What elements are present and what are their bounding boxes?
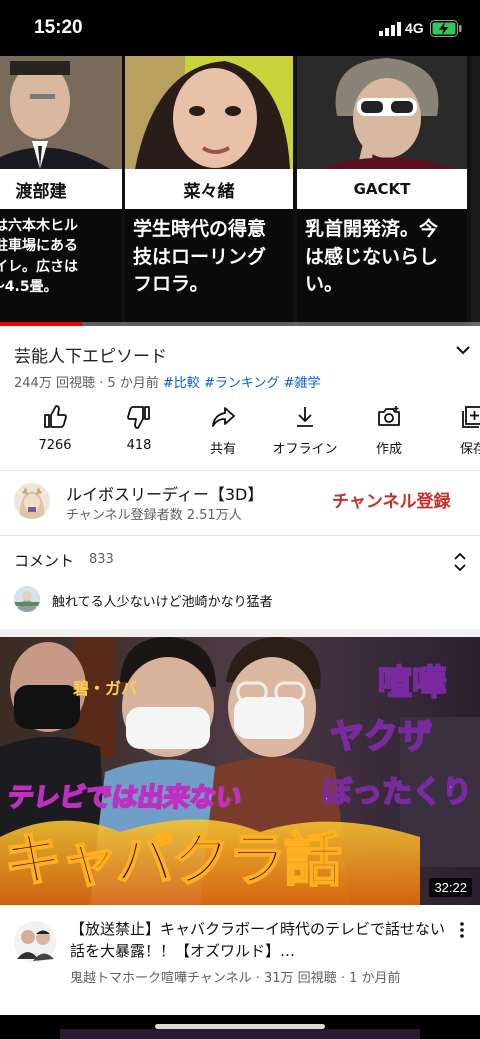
card-text: 乳首開発済。今 は感じないらし い。: [305, 218, 439, 296]
status-bar: 15:20 4G: [0, 0, 480, 56]
save-playlist-icon: [462, 406, 480, 428]
signal-icon: [379, 22, 401, 36]
ranking-card: 渡部建 場所は六本木ヒル 地下駐車場にある 的トイレ。広さは 2.4〜4.5畳。: [0, 56, 122, 326]
video-duration: 32:22: [429, 878, 472, 897]
battery-charging-icon: [430, 20, 462, 37]
top-comment: 触れてる人少ないけど池崎かなり猛者: [52, 595, 273, 610]
channel-avatar[interactable]: [14, 921, 56, 963]
offline-label: オフライン: [272, 442, 338, 457]
channel-row[interactable]: ルイボスリーディー【3D】 チャンネル登録者数 2.51万人 チャンネル登録: [0, 471, 480, 533]
like-button[interactable]: 7266: [12, 404, 98, 453]
offline-button[interactable]: オフライン: [262, 404, 348, 457]
comments-count: 833: [89, 552, 114, 567]
person-photo: [0, 56, 122, 169]
card-name: GACKT: [297, 169, 467, 209]
hashtag-link[interactable]: #ランキング: [204, 376, 280, 391]
card-name: 菜々緒: [125, 169, 293, 209]
next-video-meta: 鬼越トマホーク喧嘩チャンネル · 31万 回視聴 · 1 か月前: [70, 971, 401, 986]
card-text: 場所は六本木ヒル 地下駐車場にある 的トイレ。広さは 2.4〜4.5畳。: [0, 218, 78, 295]
thumbnail-text-yakuza: ヤクザ: [329, 716, 433, 758]
save-label: 保存: [459, 442, 480, 457]
thumbnail-text-big: キャバクラ話: [3, 825, 343, 895]
peek-thumbnail: [60, 1029, 420, 1039]
thumbnail-text-rip: ぼったくり: [321, 774, 473, 811]
channel-avatar[interactable]: [14, 483, 50, 519]
dislike-button[interactable]: 418: [96, 404, 182, 453]
commenter-avatar-image: [14, 586, 40, 612]
person-photo: [297, 56, 467, 169]
home-indicator[interactable]: [155, 1024, 325, 1029]
thumbs-down-icon: [127, 406, 150, 429]
thumbnail-text-line1: テレビでは出来ない: [5, 782, 245, 814]
thumbnail-text-fight: 喧嘩: [377, 662, 447, 704]
commenter-avatar: [14, 586, 40, 612]
ranking-card: 菜々緒 学生時代の得意 技はローリング フロラ。: [125, 56, 293, 326]
hashtag-link[interactable]: #雑学: [284, 376, 321, 391]
video-title[interactable]: 芸能人下エピソード: [14, 342, 167, 367]
ranking-card: GACKT 乳首開発済。今 は感じないらし い。: [297, 56, 467, 326]
channel-avatar-image: [14, 483, 50, 519]
status-time: 15:20: [34, 17, 83, 38]
expand-collapse-icon[interactable]: [452, 552, 468, 572]
more-vert-icon[interactable]: [458, 921, 466, 939]
chevron-down-icon[interactable]: [454, 343, 472, 357]
share-button[interactable]: 共有: [180, 404, 266, 457]
action-bar: 7266 418 共有 オフライン 作成 保存: [0, 404, 480, 470]
ranking-card-partial: [471, 56, 480, 326]
network-label: 4G: [405, 20, 424, 36]
create-button[interactable]: 作成: [346, 404, 432, 457]
person-photo: [125, 56, 293, 169]
video-player[interactable]: 渡部建 場所は六本木ヒル 地下駐車場にある 的トイレ。広さは 2.4〜4.5畳。…: [0, 56, 480, 326]
card-name: 渡部建: [0, 169, 122, 209]
next-video-thumbnail[interactable]: 碧・ガバ 喧嘩 ヤクザ ぼったくり テレビでは出来ない キャバクラ話 32:22: [0, 637, 480, 905]
comments-section[interactable]: コメント 833 触れてる人少ないけど池崎かなり猛者: [0, 536, 480, 629]
video-meta: 244万 回視聴 · 5 か月前 #比較 #ランキング #雑学: [14, 372, 321, 391]
hashtag-link[interactable]: #比較: [163, 376, 200, 391]
next-video-title[interactable]: 【放送禁止】キャバクラボーイ時代のテレビで話せない話を大暴露！！【オズワルド】…: [70, 919, 446, 963]
like-count: 7266: [38, 438, 72, 453]
share-icon: [212, 407, 235, 427]
save-button[interactable]: 保存: [430, 404, 480, 457]
next-video-info[interactable]: 【放送禁止】キャバクラボーイ時代のテレビで話せない話を大暴露！！【オズワルド】……: [0, 905, 480, 1015]
subscribe-button[interactable]: チャンネル登録: [332, 487, 451, 512]
comments-title: コメント: [14, 552, 75, 570]
section-separator: [0, 629, 480, 637]
download-icon: [297, 407, 313, 427]
thumbs-up-icon: [44, 405, 67, 428]
create-camera-icon: [378, 406, 400, 426]
create-label: 作成: [375, 442, 402, 457]
dislike-count: 418: [126, 438, 152, 453]
share-label: 共有: [209, 442, 236, 457]
channel-name[interactable]: ルイボスリーディー【3D】: [66, 481, 263, 505]
thumbnail-sign-text: 碧・ガバ: [73, 679, 138, 698]
video-details: 芸能人下エピソード 244万 回視聴 · 5 か月前 #比較 #ランキング #雑…: [0, 326, 480, 629]
card-text: 学生時代の得意 技はローリング フロラ。: [133, 218, 267, 296]
view-count: 244万 回視聴 · 5 か月前: [14, 376, 159, 391]
subscriber-count: チャンネル登録者数 2.51万人: [66, 508, 242, 523]
